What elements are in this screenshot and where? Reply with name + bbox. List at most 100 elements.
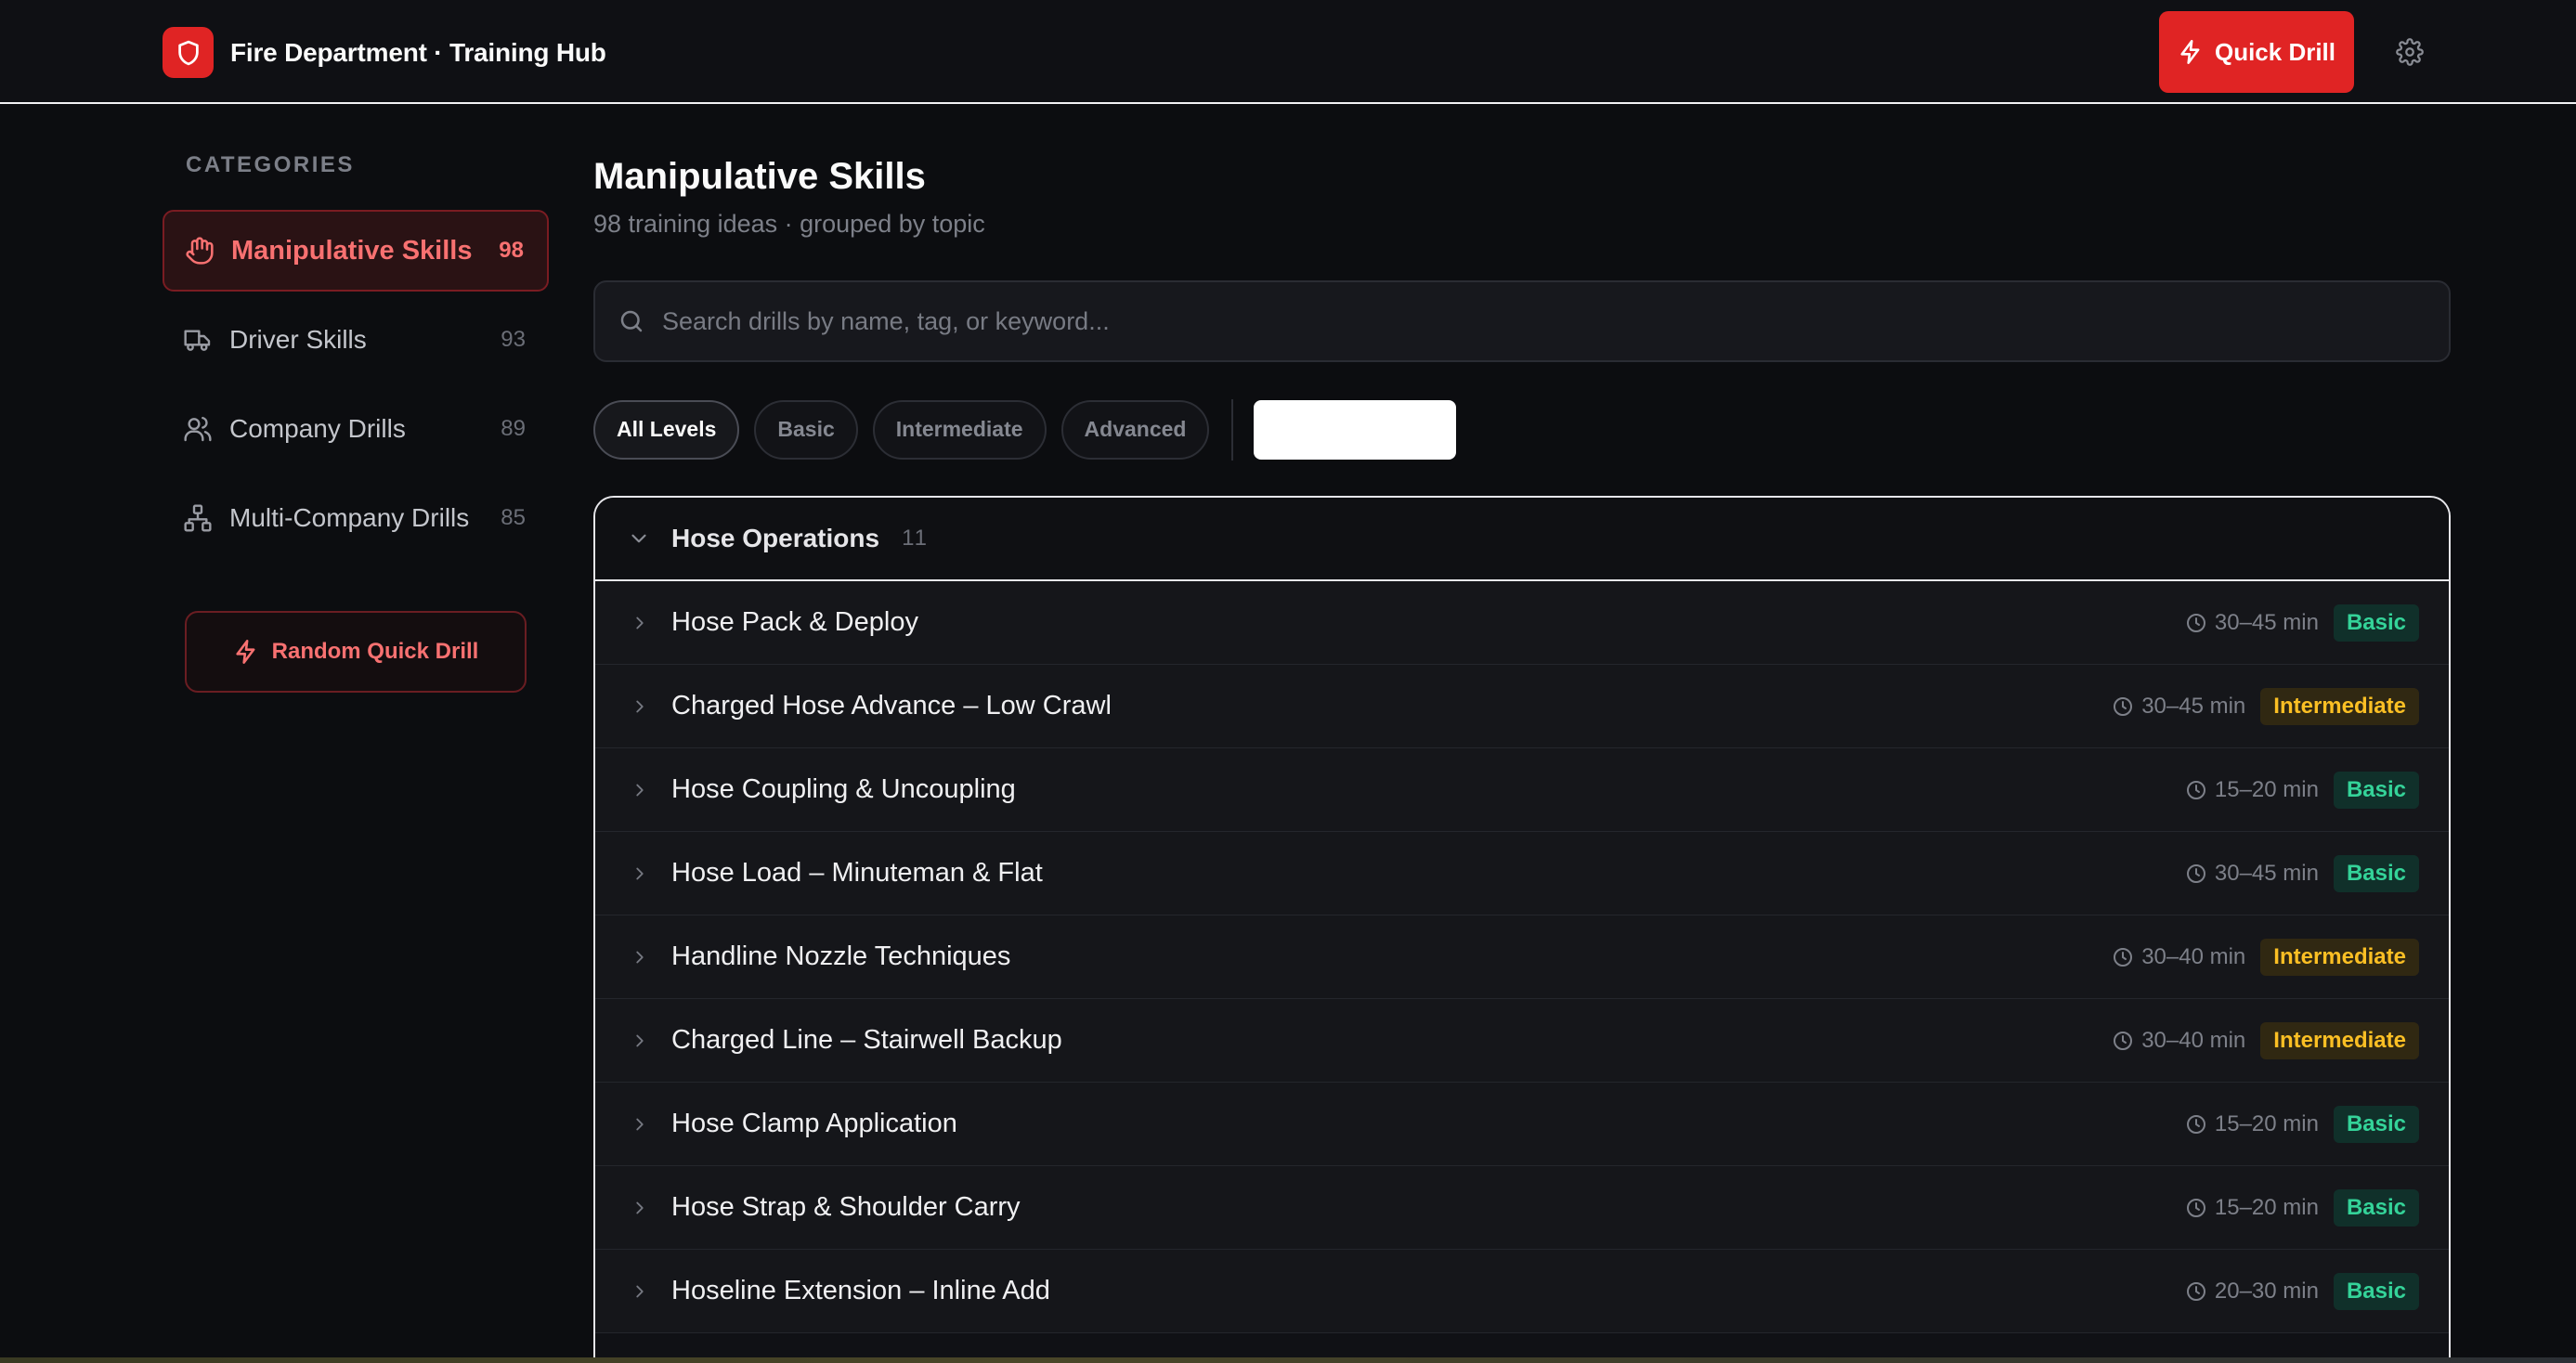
drill-row[interactable]: Hose Clamp Application 15–20 min Basic [595,1083,2449,1166]
group-count: 11 [902,526,929,551]
drill-duration: 30–40 min [2112,944,2245,970]
app-title: Fire Department · Training Hub [230,37,606,67]
search-icon [620,310,643,332]
chevron-down-icon [631,534,646,543]
level-badge: Basic [2333,1188,2419,1227]
clock-icon [2112,946,2141,968]
drill-title: Handline Nozzle Techniques [671,941,1011,971]
level-filters: All Levels Basic Intermediate Advanced [593,398,1457,461]
drill-duration-text: 15–20 min [2214,1194,2319,1220]
chevron-right-icon [629,612,651,634]
users-icon [183,414,213,444]
chevron-right-icon [629,1030,651,1052]
clock-icon [2185,1197,2215,1219]
search-input[interactable] [662,306,2449,336]
clock-icon [2185,612,2215,634]
drill-duration-text: 30–40 min [2141,1027,2246,1053]
level-badge: Basic [2333,604,2419,642]
sidebar-item-label: Company Drills [229,414,406,443]
filter-basic[interactable]: Basic [754,399,858,460]
drill-duration: 15–20 min [2185,1111,2319,1137]
drill-duration-text: 30–45 min [2141,693,2246,719]
level-badge: Basic [2333,1105,2419,1143]
shield-icon [163,27,214,78]
drill-row[interactable]: Hoseline Extension – Inline Add 20–30 min… [595,1250,2449,1333]
drill-duration-text: 30–40 min [2141,943,2246,969]
sidebar-item-multi-company-drills[interactable]: Multi-Company Drills 85 [163,477,549,559]
chevron-right-icon [629,946,651,968]
drill-duration: 30–45 min [2185,861,2319,887]
level-badge: Basic [2333,1272,2419,1310]
drill-row[interactable]: Handline Nozzle Techniques 30–40 min Inter… [595,915,2449,999]
lightning-icon [236,640,255,664]
level-badge: Intermediate [2260,938,2419,976]
sidebar-item-label: Driver Skills [229,325,367,354]
truck-icon [183,325,213,355]
blank-filter-box[interactable] [1254,399,1457,460]
top-header: Fire Department · Training Hub Quick Dri… [0,0,2576,104]
drill-row[interactable]: Hose Strap & Shoulder Carry 15–20 min Basi… [595,1166,2449,1250]
drill-title: Charged Hose Advance – Low Crawl [671,691,1112,720]
drill-duration-text: 15–20 min [2214,1110,2319,1136]
drill-title: Hose Clamp Application [671,1109,957,1138]
categories-heading: CATEGORIES [186,152,355,177]
quick-drill-button[interactable]: Quick Drill [2159,11,2354,93]
quick-drill-label: Quick Drill [2214,37,2336,66]
chevron-right-icon [629,1197,651,1219]
network-icon [183,503,213,533]
settings-button[interactable] [2391,33,2428,71]
drill-row[interactable]: Hose Pack & Deploy 30–45 min Basic [595,581,2449,665]
drill-title: Hose Coupling & Uncoupling [671,774,1016,804]
sidebar-item-count: 85 [501,505,526,530]
clock-icon [2185,863,2215,885]
sidebar-item-manipulative-skills[interactable]: Manipulative Skills 98 [163,210,549,292]
page-subtitle: 98 training ideas · grouped by topic [593,210,985,238]
sidebar-item-count: 98 [499,238,524,263]
gear-icon [2396,38,2424,66]
page-title: Manipulative Skills [593,156,926,197]
chevron-right-icon [629,695,651,718]
drill-duration: 15–20 min [2185,777,2319,803]
group-header[interactable]: Hose Operations 11 [595,498,2449,581]
brand[interactable]: Fire Department · Training Hub [163,27,606,78]
level-badge: Basic [2333,771,2419,809]
random-quick-drill-button[interactable]: Random Quick Drill [185,611,527,693]
clock-icon [2112,1030,2141,1052]
drill-duration-text: 30–45 min [2214,860,2319,886]
bottom-strip [0,1357,2576,1363]
drill-title: Charged Line – Stairwell Backup [671,1025,1062,1055]
sidebar-item-count: 89 [501,416,526,441]
drill-duration-text: 15–20 min [2214,776,2319,802]
drill-duration: 20–30 min [2185,1279,2319,1305]
filter-all-levels[interactable]: All Levels [593,399,740,460]
app-root: Fire Department · Training Hub Quick Dri… [0,0,2576,1363]
chevron-right-icon [629,863,651,885]
sidebar-item-label: Multi-Company Drills [229,503,470,532]
drill-row[interactable]: Charged Hose Advance – Low Crawl 30–45 mi… [595,665,2449,748]
drill-row[interactable]: Hose Load – Minuteman & Flat 30–45 min Bas… [595,832,2449,915]
sidebar-item-driver-skills[interactable]: Driver Skills 93 [163,299,549,381]
sidebar-item-count: 93 [501,327,526,352]
drill-title: Hose Pack & Deploy [671,607,918,637]
clock-icon [2185,779,2215,801]
sidebar-item-label: Manipulative Skills [231,235,473,266]
chevron-right-icon [629,1113,651,1136]
group-title: Hose Operations [671,524,880,552]
drill-title: Hose Load – Minuteman & Flat [671,858,1043,888]
level-badge: Intermediate [2260,1021,2419,1059]
clock-icon [2185,1113,2215,1136]
drill-duration: 30–45 min [2112,694,2245,720]
filter-advanced[interactable]: Advanced [1060,399,1210,460]
chevron-right-icon [629,1280,651,1303]
drill-row[interactable]: Charged Line – Stairwell Backup 30–40 min… [595,999,2449,1083]
drill-list: Hose Pack & Deploy 30–45 min Basic Charged … [595,581,2449,1333]
lightning-icon [2180,40,2200,64]
hand-icon [185,236,215,266]
sidebar-item-company-drills[interactable]: Company Drills 89 [163,388,549,470]
level-badge: Intermediate [2260,687,2419,725]
drill-row[interactable]: Hose Coupling & Uncoupling 15–20 min Basic [595,748,2449,832]
group-hose-operations: Hose Operations 11 Hose Pack & Deploy 30–… [593,496,2451,1363]
filter-intermediate[interactable]: Intermediate [872,399,1047,460]
clock-icon [2112,695,2141,718]
drill-title: Hose Strap & Shoulder Carry [671,1192,1021,1222]
